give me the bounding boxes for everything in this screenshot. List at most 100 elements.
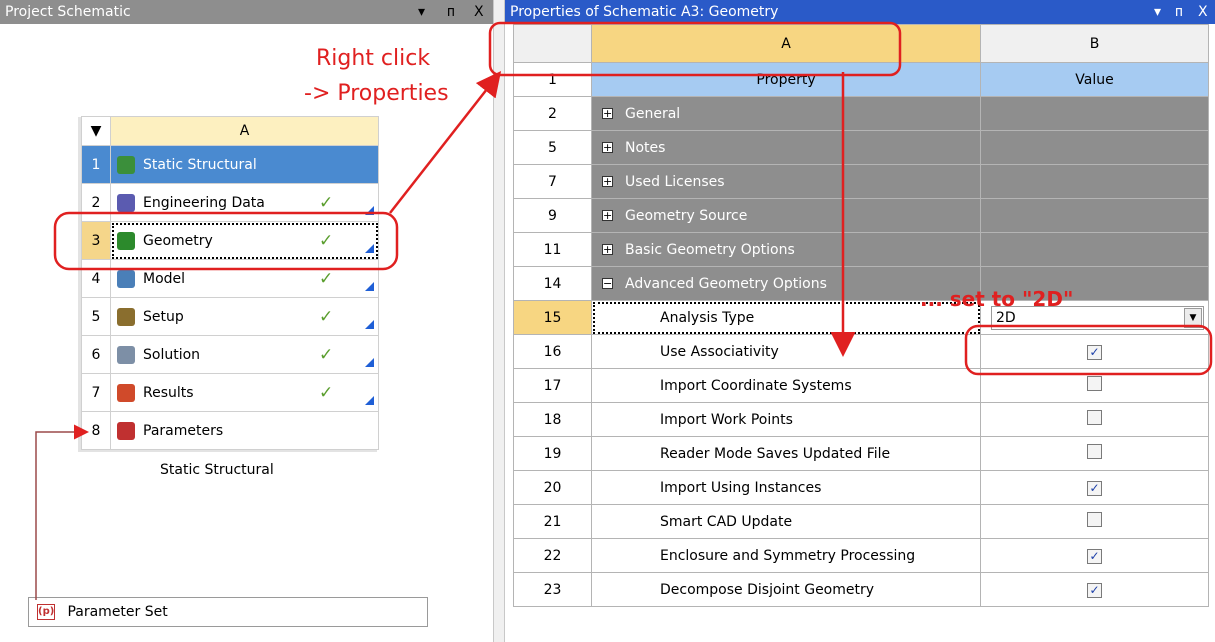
row-number: 19 [513, 436, 592, 471]
category-row[interactable]: 2 + General [513, 96, 1209, 131]
checkbox[interactable]: ✓ [1087, 344, 1102, 360]
system-cell[interactable]: Parameters [110, 411, 379, 450]
system-cell[interactable]: Setup ✓ [110, 297, 379, 336]
pane-splitter[interactable] [493, 0, 505, 642]
property-row[interactable]: 16 Use Associativity ✓ [513, 334, 1209, 369]
category-cell[interactable]: + General [591, 96, 981, 131]
property-value-cell[interactable]: ✓ [980, 470, 1209, 505]
status-corner-icon [365, 358, 374, 367]
category-value-cell [980, 198, 1209, 233]
property-row[interactable]: 19 Reader Mode Saves Updated File [513, 436, 1209, 471]
expander-icon[interactable]: + [602, 108, 613, 119]
expander-icon[interactable]: − [602, 278, 613, 289]
category-value-cell [980, 232, 1209, 267]
pin-icon[interactable]: ᴨ [447, 0, 455, 24]
value-header: Value [980, 62, 1209, 97]
expander-icon[interactable]: + [602, 244, 613, 255]
system-row-number: 5 [81, 297, 111, 336]
property-label[interactable]: Import Using Instances [591, 470, 981, 505]
property-label[interactable]: Import Work Points [591, 402, 981, 437]
system-column-header: A [110, 116, 379, 146]
expander-icon[interactable]: + [602, 142, 613, 153]
checkbox[interactable]: ✓ [1087, 548, 1102, 564]
system-dropdown-icon[interactable]: ▼ [81, 116, 111, 146]
property-value-cell[interactable] [980, 504, 1209, 539]
category-row[interactable]: 14− Advanced Geometry Options [513, 266, 1209, 301]
property-value-cell[interactable]: ✓ [980, 572, 1209, 607]
pin-icon[interactable]: ᴨ [1175, 0, 1183, 24]
property-value-cell[interactable]: ✓ [980, 538, 1209, 573]
checkbox[interactable]: ✓ [1087, 582, 1102, 598]
category-cell[interactable]: + Notes [591, 130, 981, 165]
engineering-data-icon [117, 193, 135, 212]
property-label[interactable]: Decompose Disjoint Geometry [591, 572, 981, 607]
category-cell[interactable]: + Geometry Source [591, 198, 981, 233]
property-label[interactable]: Smart CAD Update [591, 504, 981, 539]
category-label: Used Licenses [625, 173, 725, 190]
system-cell-label: Parameters [143, 422, 224, 439]
category-row[interactable]: 9 + Geometry Source [513, 198, 1209, 233]
system-cell[interactable]: Geometry ✓ [110, 221, 379, 260]
system-cell[interactable]: Static Structural [110, 145, 379, 184]
checkbox[interactable] [1087, 512, 1102, 527]
close-icon[interactable]: X [1198, 0, 1208, 24]
pane-menu-icon[interactable]: ▾ [418, 0, 425, 24]
checkbox[interactable] [1087, 444, 1102, 459]
system-cell[interactable]: Solution ✓ [110, 335, 379, 374]
system-row-number: 4 [81, 259, 111, 298]
row-number: 21 [513, 504, 592, 539]
static-structural-icon [117, 155, 135, 174]
system-row[interactable]: 6 Solution ✓ [81, 335, 379, 374]
category-row[interactable]: 11 + Basic Geometry Options [513, 232, 1209, 267]
parameter-set-bar[interactable]: (p) Parameter Set [28, 597, 428, 627]
property-row[interactable]: 21 Smart CAD Update [513, 504, 1209, 539]
row-number: 11 [513, 232, 592, 267]
property-value-cell[interactable]: ✓ [980, 334, 1209, 369]
pane-title: Project Schematic [5, 4, 131, 20]
checkbox[interactable] [1087, 410, 1102, 425]
system-row[interactable]: 7 Results ✓ [81, 373, 379, 412]
system-row[interactable]: 1 Static Structural [81, 145, 379, 184]
property-row-analysis-type[interactable]: 15 Analysis Type 2D ▼ [513, 300, 1209, 335]
row-number: 7 [513, 164, 592, 199]
category-cell[interactable]: + Basic Geometry Options [591, 232, 981, 267]
status-corner-icon [365, 206, 374, 215]
system-row[interactable]: 5 Setup ✓ [81, 297, 379, 336]
category-row[interactable]: 7 + Used Licenses [513, 164, 1209, 199]
expander-icon[interactable]: + [602, 210, 613, 221]
property-label[interactable]: Enclosure and Symmetry Processing [591, 538, 981, 573]
property-row[interactable]: 22 Enclosure and Symmetry Processing ✓ [513, 538, 1209, 573]
pane-menu-icon[interactable]: ▾ [1154, 0, 1161, 24]
system-cell[interactable]: Model ✓ [110, 259, 379, 298]
system-row-number: 2 [81, 183, 111, 222]
expander-icon[interactable]: + [602, 176, 613, 187]
property-row[interactable]: 17 Import Coordinate Systems [513, 368, 1209, 403]
checkbox[interactable]: ✓ [1087, 480, 1102, 496]
column-a-header[interactable]: A [591, 24, 981, 63]
checkbox[interactable] [1087, 376, 1102, 391]
property-label[interactable]: Reader Mode Saves Updated File [591, 436, 981, 471]
property-row[interactable]: 23 Decompose Disjoint Geometry ✓ [513, 572, 1209, 607]
chevron-down-icon[interactable]: ▼ [1184, 307, 1202, 328]
property-label[interactable]: Use Associativity [591, 334, 981, 369]
system-row[interactable]: 8 Parameters [81, 411, 379, 450]
category-cell[interactable]: + Used Licenses [591, 164, 981, 199]
property-row[interactable]: 18 Import Work Points [513, 402, 1209, 437]
system-row[interactable]: 4 Model ✓ [81, 259, 379, 298]
property-row[interactable]: 20 Import Using Instances ✓ [513, 470, 1209, 505]
system-row[interactable]: 3 Geometry ✓ [81, 221, 379, 260]
close-icon[interactable]: X [474, 0, 484, 24]
status-corner-icon [365, 320, 374, 329]
check-icon: ✓ [319, 269, 334, 289]
system-cell[interactable]: Engineering Data ✓ [110, 183, 379, 222]
category-row[interactable]: 5 + Notes [513, 130, 1209, 165]
property-value-cell[interactable] [980, 436, 1209, 471]
system-cell[interactable]: Results ✓ [110, 373, 379, 412]
property-value-cell[interactable] [980, 368, 1209, 403]
property-value-cell[interactable] [980, 402, 1209, 437]
system-caption[interactable]: Static Structural [160, 462, 274, 478]
system-row[interactable]: 2 Engineering Data ✓ [81, 183, 379, 222]
property-label[interactable]: Import Coordinate Systems [591, 368, 981, 403]
corner-cell[interactable] [513, 24, 592, 63]
column-b-header[interactable]: B [980, 24, 1209, 63]
